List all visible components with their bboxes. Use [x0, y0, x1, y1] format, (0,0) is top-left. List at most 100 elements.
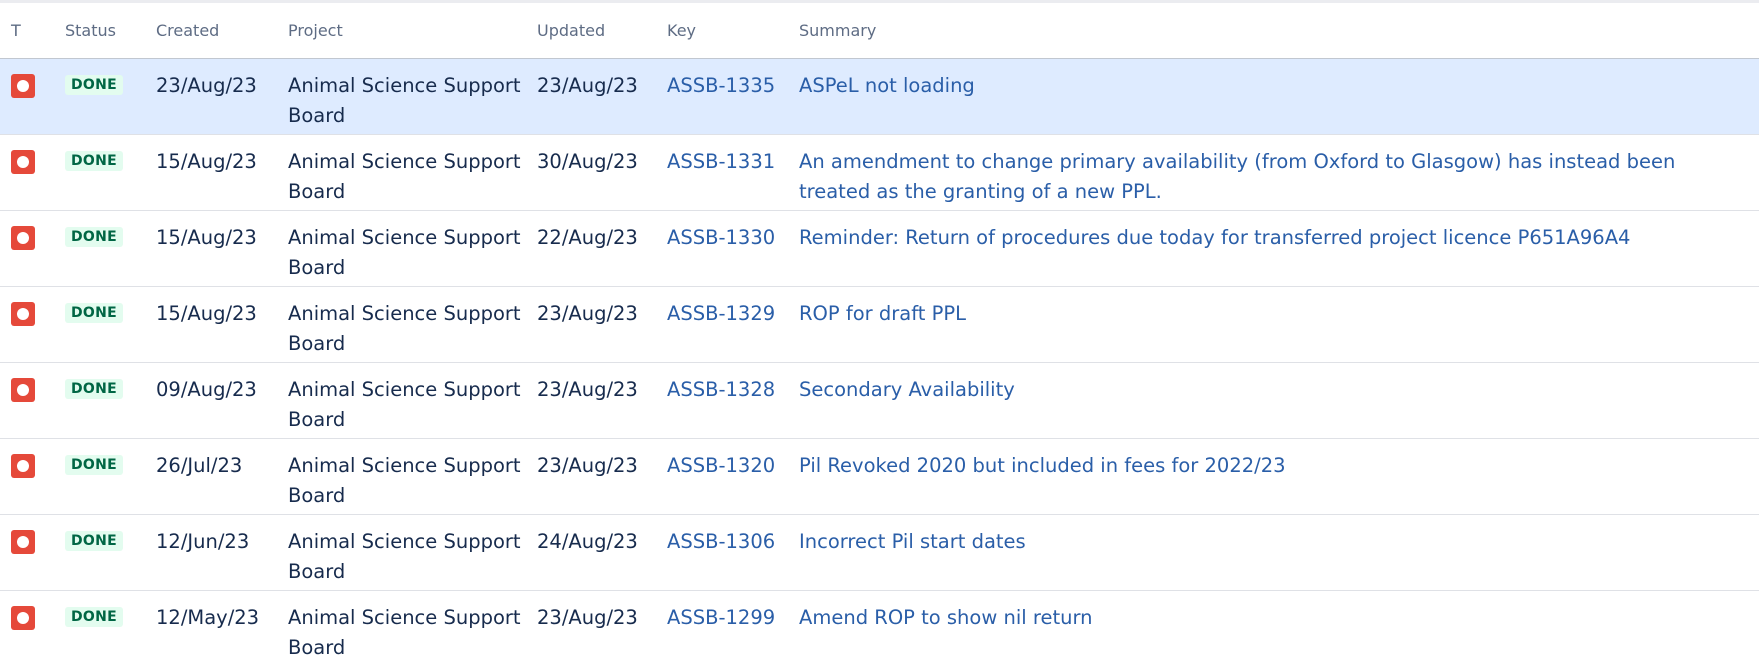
- project-cell: Animal Science Support Board: [288, 286, 537, 363]
- column-header-project[interactable]: Project: [288, 3, 537, 59]
- status-cell: DONE: [65, 514, 156, 591]
- issue-key-link[interactable]: ASSB-1335: [667, 74, 775, 97]
- created-cell: 12/May/23: [156, 605, 260, 629]
- table-header: T Status Created Project Updated Key Sum…: [0, 3, 1759, 59]
- issue-summary-link[interactable]: Pil Revoked 2020 but included in fees fo…: [799, 454, 1286, 477]
- key-cell: ASSB-1330: [667, 210, 799, 287]
- issue-summary-link[interactable]: An amendment to change primary availabil…: [799, 150, 1675, 203]
- status-cell: DONE: [65, 58, 156, 135]
- column-header-summary[interactable]: Summary: [799, 3, 1759, 59]
- created-cell: 26/Jul/23: [156, 438, 288, 515]
- updated-cell: 23/Aug/23: [537, 605, 638, 629]
- table-row[interactable]: DONE 15/Aug/23 Animal Science Support Bo…: [0, 210, 1759, 287]
- status-badge: DONE: [65, 606, 124, 627]
- status-badge: DONE: [65, 378, 124, 399]
- issue-key-link[interactable]: ASSB-1320: [667, 454, 775, 477]
- updated-cell: 23/Aug/23: [537, 362, 667, 439]
- issue-key-link[interactable]: ASSB-1299: [667, 606, 775, 629]
- column-header-key[interactable]: Key: [667, 3, 799, 59]
- updated-cell: 23/Aug/23: [537, 438, 667, 515]
- table-row[interactable]: DONE 23/Aug/23 Animal Science Support Bo…: [0, 58, 1759, 135]
- column-header-status[interactable]: Status: [65, 3, 156, 59]
- bug-icon: [11, 73, 35, 98]
- updated-cell: 30/Aug/23: [537, 134, 667, 211]
- bug-icon: [11, 605, 35, 630]
- summary-cell: Incorrect Pil start dates: [799, 514, 1759, 591]
- status-cell: DONE: [65, 438, 156, 515]
- table-row[interactable]: DONE 15/Aug/23 Animal Science Support Bo…: [0, 286, 1759, 363]
- key-cell: ASSB-1328: [667, 362, 799, 439]
- project-cell: Animal Science Support Board: [288, 58, 537, 135]
- column-header-created[interactable]: Created: [156, 3, 288, 59]
- type-cell: [0, 286, 65, 363]
- created-cell: 23/Aug/23: [156, 58, 288, 135]
- status-badge: DONE: [65, 530, 124, 551]
- type-cell: [0, 514, 65, 591]
- key-cell: ASSB-1335: [667, 58, 799, 135]
- status-cell: DONE: [65, 286, 156, 363]
- key-cell: ASSB-1331: [667, 134, 799, 211]
- updated-cell: 23/Aug/23: [537, 58, 667, 135]
- type-cell: [0, 210, 65, 287]
- project-cell: Animal Science Support Board: [288, 362, 537, 439]
- status-cell: DONE: [65, 590, 156, 664]
- created-cell: 15/Aug/23: [156, 210, 288, 287]
- table-row[interactable]: DONE 09/Aug/23 Animal Science Support Bo…: [0, 362, 1759, 439]
- issue-summary-link[interactable]: Reminder: Return of procedures due today…: [799, 226, 1630, 249]
- updated-cell: 22/Aug/23: [537, 210, 667, 287]
- type-cell: [0, 438, 65, 515]
- issue-key-link[interactable]: ASSB-1329: [667, 302, 775, 325]
- issue-summary-link[interactable]: ASPeL not loading: [799, 74, 975, 97]
- bug-icon: [11, 301, 35, 326]
- table-row[interactable]: DONE 12/May/23 Animal Science Support Bo…: [0, 590, 1759, 664]
- status-badge: DONE: [65, 302, 124, 323]
- status-badge: DONE: [65, 74, 124, 95]
- issue-summary-link[interactable]: Amend ROP to show nil return: [799, 606, 1093, 629]
- issue-key-link[interactable]: ASSB-1306: [667, 530, 775, 553]
- status-badge: DONE: [65, 226, 124, 247]
- issue-summary-link[interactable]: Secondary Availability: [799, 378, 1015, 401]
- project-cell: Animal Science Support Board: [288, 438, 537, 515]
- status-badge: DONE: [65, 150, 124, 171]
- key-cell: ASSB-1320: [667, 438, 799, 515]
- key-cell: ASSB-1329: [667, 286, 799, 363]
- updated-cell: 23/Aug/23: [537, 286, 667, 363]
- summary-cell: Pil Revoked 2020 but included in fees fo…: [799, 438, 1759, 515]
- summary-cell: Reminder: Return of procedures due today…: [799, 210, 1759, 287]
- issue-key-link[interactable]: ASSB-1330: [667, 226, 775, 249]
- summary-cell: Secondary Availability: [799, 362, 1759, 439]
- issue-key-link[interactable]: ASSB-1331: [667, 150, 775, 173]
- table-body: DONE 23/Aug/23 Animal Science Support Bo…: [0, 58, 1759, 664]
- issue-summary-link[interactable]: ROP for draft PPL: [799, 302, 966, 325]
- table-row[interactable]: DONE 15/Aug/23 Animal Science Support Bo…: [0, 134, 1759, 211]
- type-cell: [0, 362, 65, 439]
- type-cell: [0, 590, 65, 664]
- created-cell: 12/Jun/23: [156, 514, 288, 591]
- table-row[interactable]: DONE 26/Jul/23 Animal Science Support Bo…: [0, 438, 1759, 515]
- status-cell: DONE: [65, 210, 156, 287]
- bug-icon: [11, 453, 35, 478]
- table-row[interactable]: DONE 12/Jun/23 Animal Science Support Bo…: [0, 514, 1759, 591]
- updated-cell: 24/Aug/23: [537, 514, 667, 591]
- type-cell: [0, 134, 65, 211]
- bug-icon: [11, 529, 35, 554]
- project-cell: Animal Science Support Board: [288, 605, 521, 659]
- created-cell: 15/Aug/23: [156, 286, 288, 363]
- summary-cell: Amend ROP to show nil return: [799, 590, 1759, 664]
- status-badge: DONE: [65, 454, 124, 475]
- summary-cell: An amendment to change primary availabil…: [799, 134, 1759, 211]
- status-cell: DONE: [65, 362, 156, 439]
- type-cell: [0, 58, 65, 135]
- column-header-updated[interactable]: Updated: [537, 3, 667, 59]
- column-header-type[interactable]: T: [0, 3, 65, 59]
- issues-table: T Status Created Project Updated Key Sum…: [0, 3, 1759, 664]
- project-cell: Animal Science Support Board: [288, 134, 537, 211]
- header-row: T Status Created Project Updated Key Sum…: [0, 3, 1759, 59]
- summary-cell: ROP for draft PPL: [799, 286, 1759, 363]
- bug-icon: [11, 149, 35, 174]
- key-cell: ASSB-1306: [667, 514, 799, 591]
- issue-key-link[interactable]: ASSB-1328: [667, 378, 775, 401]
- issue-summary-link[interactable]: Incorrect Pil start dates: [799, 530, 1026, 553]
- created-cell: 15/Aug/23: [156, 134, 288, 211]
- bug-icon: [11, 377, 35, 402]
